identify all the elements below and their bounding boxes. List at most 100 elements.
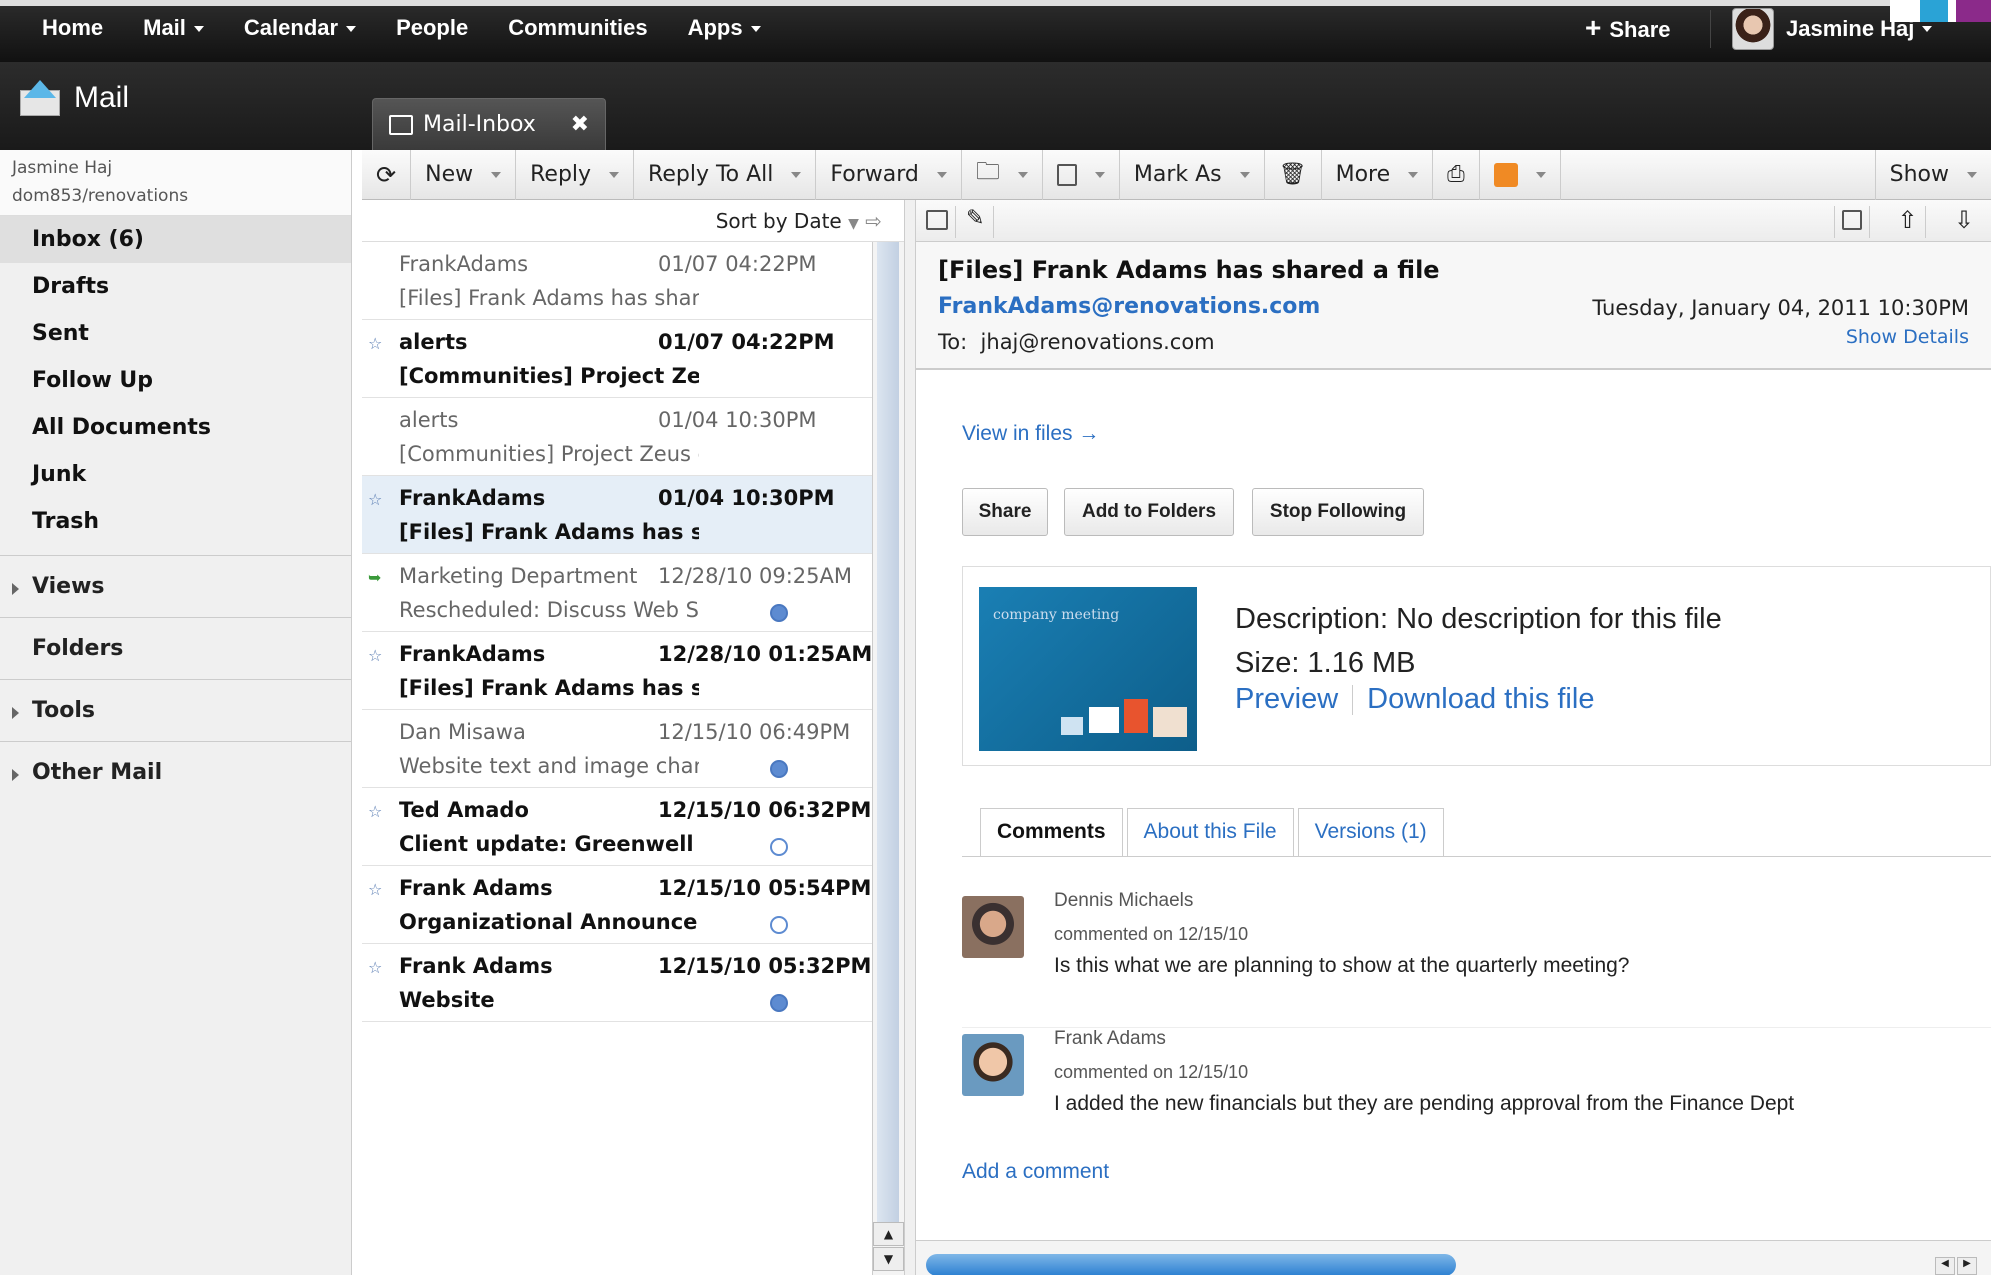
tab-versions[interactable]: Versions (1) bbox=[1297, 808, 1444, 856]
scroll-thumb[interactable] bbox=[926, 1254, 1456, 1275]
message-row[interactable]: ☆ FrankAdams 12/28/10 01:25AM [Files] Frank… bbox=[362, 632, 872, 710]
nav-home-label: Home bbox=[42, 15, 104, 40]
sidebar-item-trash[interactable]: Trash bbox=[0, 498, 351, 545]
message-row[interactable]: ☆ Frank Adams 12/15/10 05:54PM Organization… bbox=[362, 866, 872, 944]
scroll-up-button[interactable]: ▲ bbox=[873, 1222, 904, 1246]
scroll-right-button[interactable]: ▶ bbox=[1957, 1257, 1977, 1275]
message-sender[interactable]: FrankAdams@renovations.com bbox=[938, 294, 1320, 319]
message-row[interactable]: ☆ FrankAdams 01/04 10:30PM [Files] Frank Ad… bbox=[362, 476, 872, 554]
clipboard-button[interactable] bbox=[1043, 149, 1120, 200]
message-row[interactable]: ➥ Marketing Department 12/28/10 09:25AM Res… bbox=[362, 554, 872, 632]
nav-people[interactable]: People bbox=[376, 8, 488, 48]
horizontal-scrollbar[interactable]: ◀ ▶ bbox=[916, 1240, 1991, 1275]
message-date: 12/28/10 09:25AM bbox=[658, 564, 852, 588]
print-button[interactable]: ⎙ bbox=[1433, 149, 1480, 200]
nav-home[interactable]: Home bbox=[22, 8, 123, 48]
sidebar-section-folders[interactable]: Folders bbox=[0, 617, 351, 679]
move-to-folder-button[interactable]: 🗀 bbox=[962, 149, 1043, 200]
nav-mail-label: Mail bbox=[143, 15, 186, 40]
show-button[interactable]: Show bbox=[1874, 149, 1991, 200]
app-title: Mail bbox=[20, 80, 129, 116]
pane-splitter[interactable] bbox=[904, 200, 916, 1275]
add-comment-link[interactable]: Add a comment bbox=[962, 1160, 1109, 1184]
sidebar-item-inbox[interactable]: Inbox (6) bbox=[0, 216, 351, 263]
expand-icon bbox=[12, 769, 19, 781]
nav-mail[interactable]: Mail bbox=[123, 8, 224, 48]
scroll-left-button[interactable]: ◀ bbox=[1935, 1257, 1955, 1275]
message-sender: Marketing Department bbox=[399, 564, 638, 588]
scroll-down-button[interactable]: ▼ bbox=[873, 1247, 904, 1271]
message-sender: alerts bbox=[399, 330, 468, 354]
app-title-text: Mail bbox=[74, 81, 130, 114]
message-row[interactable]: Dan Misawa 12/15/10 06:49PM Website text a… bbox=[362, 710, 872, 788]
download-link[interactable]: Download this file bbox=[1367, 683, 1594, 716]
view-icon[interactable] bbox=[920, 206, 956, 238]
thumbnail-graphic bbox=[1061, 717, 1083, 735]
comment-text: Is this what we are planning to show at … bbox=[1054, 954, 1630, 977]
nav-apps-label: Apps bbox=[687, 15, 743, 40]
refresh-button[interactable]: ⟳ bbox=[362, 149, 412, 200]
forward-button[interactable]: Forward bbox=[816, 149, 962, 200]
sidebar-section-views[interactable]: Views bbox=[0, 555, 351, 617]
reply-all-button[interactable]: Reply To All bbox=[634, 149, 817, 200]
message-sender: Frank Adams bbox=[399, 876, 553, 900]
add-to-folders-button[interactable]: Add to Folders bbox=[1064, 488, 1234, 536]
sidebar-item-sent[interactable]: Sent bbox=[0, 310, 351, 357]
message-row[interactable]: ☆ Frank Adams 12/15/10 05:32PM Website bbox=[362, 944, 872, 1022]
nav-apps[interactable]: Apps bbox=[668, 8, 781, 48]
star-icon[interactable]: ☆ bbox=[368, 334, 382, 353]
more-button[interactable]: More bbox=[1322, 149, 1434, 200]
message-sender: FrankAdams bbox=[399, 642, 546, 666]
previous-message-icon[interactable]: ⇧ bbox=[1890, 206, 1926, 238]
message-row[interactable]: ☆ Ted Amado 12/15/10 06:32PM Client update:… bbox=[362, 788, 872, 866]
new-button[interactable]: New bbox=[411, 149, 517, 200]
file-thumbnail[interactable]: company meeting bbox=[979, 587, 1197, 751]
message-row[interactable]: ☆ alerts 01/07 04:22PM [Communities] Projec… bbox=[362, 320, 872, 398]
star-icon[interactable]: ☆ bbox=[368, 958, 382, 977]
tab-about-file[interactable]: About this File bbox=[1126, 808, 1294, 856]
message-date: 12/15/10 06:32PM bbox=[658, 798, 872, 822]
nav-calendar[interactable]: Calendar bbox=[224, 8, 376, 48]
preview-link[interactable]: Preview bbox=[1235, 683, 1338, 716]
mark-as-button[interactable]: Mark As bbox=[1120, 149, 1265, 200]
sidebar-item-drafts[interactable]: Drafts bbox=[0, 263, 351, 310]
scroll-thumb[interactable] bbox=[877, 242, 899, 1222]
mail-icon bbox=[20, 80, 60, 116]
message-list: FrankAdams 01/07 04:22PM [Files] Frank Ada… bbox=[362, 242, 872, 1275]
sidebar-item-junk[interactable]: Junk bbox=[0, 451, 351, 498]
thumbnail-graphic bbox=[1089, 707, 1119, 733]
star-icon[interactable]: ☆ bbox=[368, 646, 382, 665]
delete-button[interactable]: 🗑 bbox=[1265, 149, 1322, 200]
section-label: Views bbox=[32, 574, 105, 599]
star-icon[interactable]: ☆ bbox=[368, 802, 382, 821]
sidebar-section-other-mail[interactable]: Other Mail bbox=[0, 741, 351, 803]
share-file-button[interactable]: Share bbox=[962, 488, 1048, 536]
popout-icon[interactable] bbox=[1834, 206, 1870, 238]
next-message-icon[interactable]: ⇩ bbox=[1946, 206, 1982, 238]
star-icon[interactable]: ☆ bbox=[368, 490, 382, 509]
message-row[interactable]: alerts 01/04 10:30PM [Communities] Project… bbox=[362, 398, 872, 476]
nav-communities[interactable]: Communities bbox=[488, 8, 667, 48]
reply-all-label: Reply To All bbox=[648, 162, 774, 187]
divider bbox=[1710, 10, 1711, 48]
list-scrollbar[interactable]: ▲ ▼ bbox=[872, 242, 904, 1275]
sort-arrow-icon: ▼ bbox=[848, 215, 859, 232]
rss-button[interactable] bbox=[1480, 149, 1561, 200]
sidebar-section-tools[interactable]: Tools bbox=[0, 679, 351, 741]
share-button[interactable]: + Share bbox=[1585, 8, 1671, 48]
comment-author: Frank Adams bbox=[1054, 1028, 1166, 1049]
reply-button[interactable]: Reply bbox=[516, 149, 635, 200]
sidebar-item-all-documents[interactable]: All Documents bbox=[0, 404, 351, 451]
edit-icon[interactable]: ✎ bbox=[958, 206, 994, 238]
tab-comments[interactable]: Comments bbox=[980, 808, 1123, 856]
show-details-link[interactable]: Show Details bbox=[1846, 326, 1969, 348]
mark-as-label: Mark As bbox=[1133, 162, 1222, 187]
view-in-files-link[interactable]: View in files → bbox=[962, 422, 1099, 446]
sidebar-item-follow-up[interactable]: Follow Up bbox=[0, 357, 351, 404]
stop-following-button[interactable]: Stop Following bbox=[1252, 488, 1424, 536]
tab-mail-inbox[interactable]: Mail-Inbox ✖ bbox=[372, 98, 606, 150]
sort-by-date-button[interactable]: Sort by Date ▼ ⇨ bbox=[716, 209, 882, 233]
close-icon[interactable]: ✖ bbox=[571, 112, 589, 137]
message-row[interactable]: FrankAdams 01/07 04:22PM [Files] Frank Ada… bbox=[362, 242, 872, 320]
star-icon[interactable]: ☆ bbox=[368, 880, 382, 899]
